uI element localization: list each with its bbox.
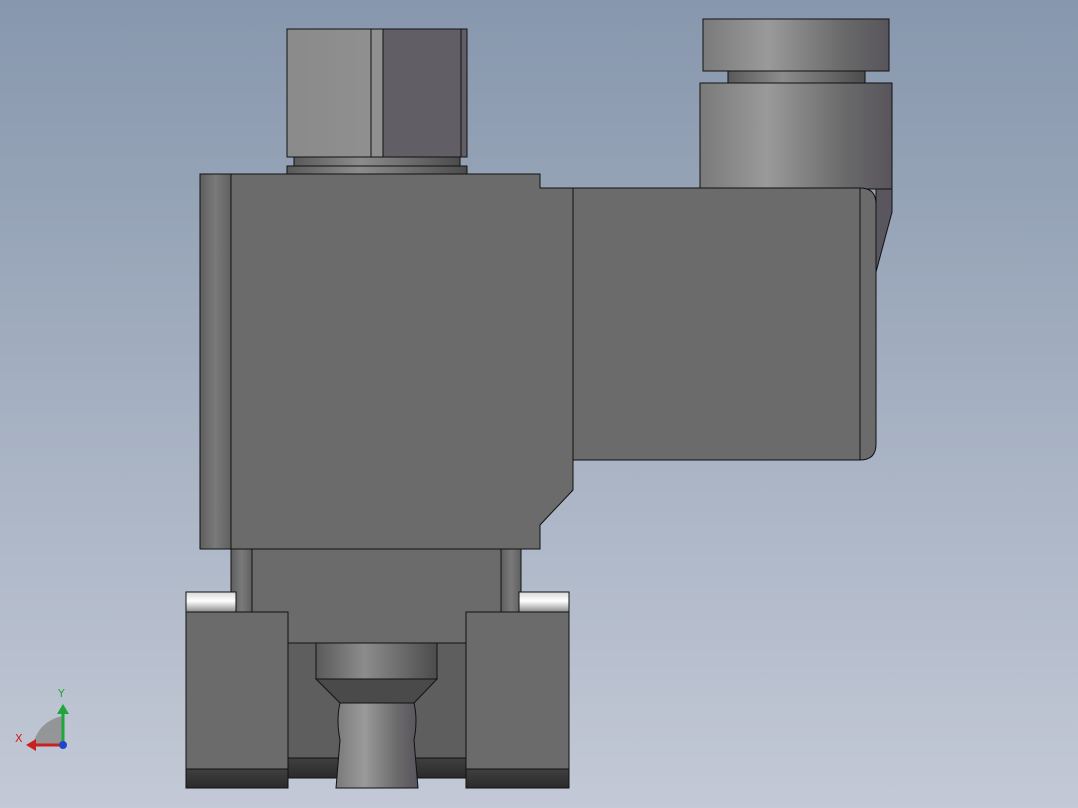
triad-x-label: X bbox=[15, 732, 23, 745]
triad-y-label: Y bbox=[58, 687, 65, 700]
connector-box[interactable] bbox=[572, 187, 877, 461]
coil-housing[interactable] bbox=[199, 173, 574, 550]
triad-z-axis bbox=[59, 741, 67, 749]
top-hex-nut[interactable] bbox=[286, 28, 468, 175]
cad-3d-viewport[interactable] bbox=[0, 0, 1078, 808]
flange-right bbox=[518, 591, 570, 613]
flange-left bbox=[185, 591, 237, 613]
